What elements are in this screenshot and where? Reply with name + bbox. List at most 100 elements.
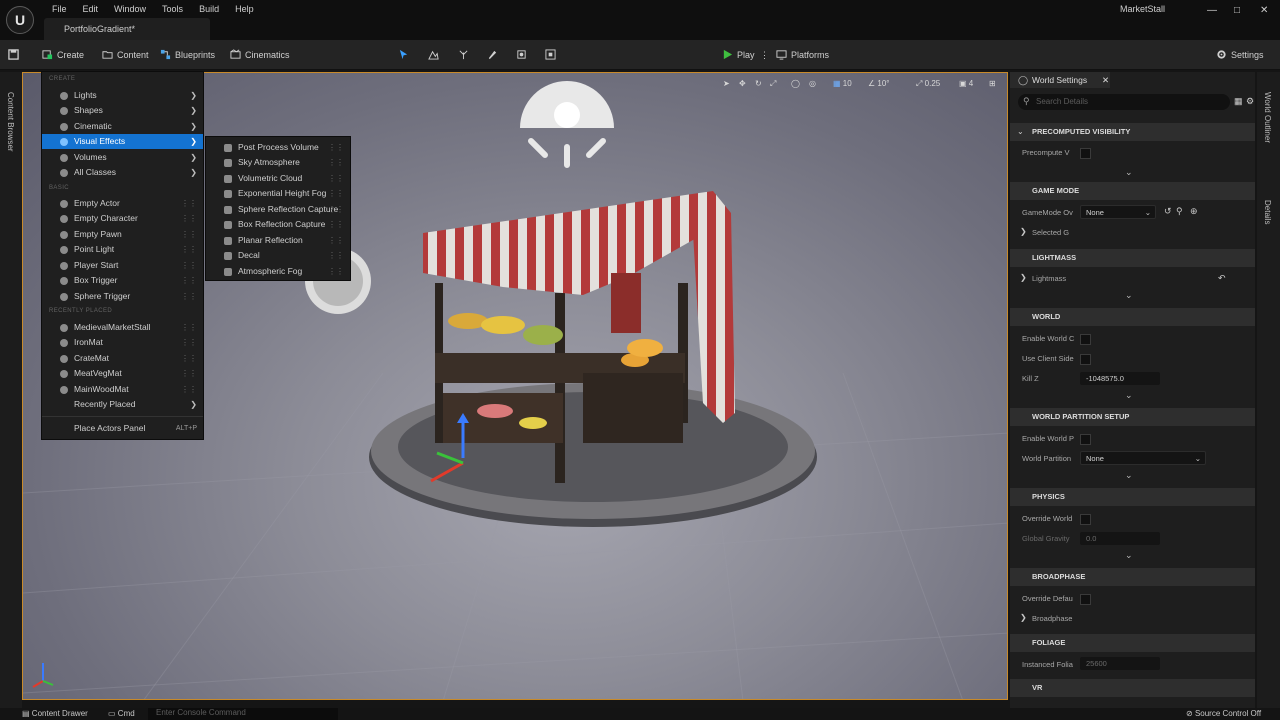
blueprints-button[interactable]: Blueprints	[160, 47, 215, 63]
chevron-down-icon[interactable]: ⌄	[1125, 390, 1133, 401]
drag-handle-icon[interactable]: ⋮⋮	[181, 196, 197, 211]
drag-handle-icon[interactable]: ⋮⋮	[328, 248, 344, 263]
menu-cinematic[interactable]: Cinematic ❯	[42, 119, 203, 134]
grid-snap-button[interactable]: ▦ 10	[833, 77, 852, 91]
details-tab[interactable]: Details	[1263, 200, 1272, 224]
settings-button[interactable]: Settings	[1216, 47, 1264, 63]
menu-crate-mat[interactable]: CrateMat ⋮⋮	[42, 351, 203, 366]
drag-handle-icon[interactable]: ⋮⋮	[181, 242, 197, 257]
section-world[interactable]: WORLD	[1010, 308, 1255, 326]
menu-main-wood-mat[interactable]: MainWoodMat ⋮⋮	[42, 382, 203, 397]
drag-handle-icon[interactable]: ⋮⋮	[328, 155, 344, 170]
submenu-box-reflection-capture[interactable]: Box Reflection Capture ⋮⋮	[206, 217, 350, 232]
enable-world-partition-checkbox[interactable]	[1080, 434, 1091, 445]
drag-handle-icon[interactable]: ⋮⋮	[181, 211, 197, 226]
translate-tool-icon[interactable]: ✥	[739, 77, 746, 91]
menu-all-classes[interactable]: All Classes ❯	[42, 165, 203, 180]
search-icon[interactable]: ⚲	[1176, 206, 1183, 217]
menu-empty-actor[interactable]: Empty Actor ⋮⋮	[42, 196, 203, 211]
surface-snap-icon[interactable]: ◎	[809, 77, 816, 91]
foliage-mode-icon[interactable]	[458, 47, 473, 63]
chevron-down-icon[interactable]: ⌄	[1017, 127, 1024, 136]
content-drawer-button[interactable]: ▤ Content Drawer	[22, 709, 88, 718]
rotation-snap-button[interactable]: ∠ 10°	[868, 77, 890, 91]
table-view-icon[interactable]: ▦	[1234, 96, 1243, 107]
submenu-post-process-volume[interactable]: Post Process Volume ⋮⋮	[206, 140, 350, 155]
gear-icon[interactable]: ⚙	[1246, 96, 1254, 107]
enable-world-composition-checkbox[interactable]	[1080, 334, 1091, 345]
override-defaults-checkbox[interactable]	[1080, 594, 1091, 605]
chevron-right-icon[interactable]: ❯	[1020, 613, 1027, 622]
section-foliage[interactable]: FOLIAGE	[1010, 634, 1255, 652]
section-vr[interactable]: VR	[1010, 679, 1255, 697]
instanced-foliage-input[interactable]: 25600	[1080, 657, 1160, 670]
menu-sphere-trigger[interactable]: Sphere Trigger ⋮⋮	[42, 289, 203, 304]
cinematics-button[interactable]: Cinematics	[230, 47, 290, 63]
section-game-mode[interactable]: GAME MODE	[1010, 182, 1255, 200]
minimize-icon[interactable]: —	[1207, 5, 1217, 16]
submenu-atmospheric-fog[interactable]: Atmospheric Fog ⋮⋮	[206, 264, 350, 279]
modeling-mode-icon[interactable]	[516, 47, 531, 63]
drag-handle-icon[interactable]: ⋮⋮	[328, 171, 344, 186]
drag-handle-icon[interactable]: ⋮⋮	[181, 258, 197, 273]
chevron-down-icon[interactable]: ⌄	[1125, 470, 1133, 481]
viewport-layout-icon[interactable]: ⊞	[989, 77, 996, 91]
world-space-icon[interactable]: ◯	[791, 77, 800, 91]
menu-box-trigger[interactable]: Box Trigger ⋮⋮	[42, 273, 203, 288]
create-button[interactable]: Create	[42, 47, 84, 63]
drag-handle-icon[interactable]: ⋮⋮	[181, 227, 197, 242]
chevron-right-icon[interactable]: ❯	[1020, 273, 1027, 282]
section-world-partition-setup[interactable]: WORLD PARTITION SETUP	[1010, 408, 1255, 426]
chevron-down-icon[interactable]: ⌄	[1125, 290, 1133, 301]
menu-empty-pawn[interactable]: Empty Pawn ⋮⋮	[42, 227, 203, 242]
menu-visual-effects[interactable]: Visual Effects ❯	[42, 134, 203, 149]
content-button[interactable]: Content	[102, 47, 149, 63]
camera-speed-button[interactable]: ▣ 4	[959, 77, 973, 91]
submenu-exponential-height-fog[interactable]: Exponential Height Fog ⋮⋮	[206, 186, 350, 201]
fracture-mode-icon[interactable]	[545, 47, 560, 63]
drag-handle-icon[interactable]: ⋮⋮	[181, 320, 197, 335]
cmd-button[interactable]: ▭ Cmd	[108, 709, 135, 718]
chevron-down-icon[interactable]: ⌄	[1125, 550, 1133, 561]
select-tool-icon[interactable]: ➤	[723, 77, 730, 91]
search-details-input[interactable]: Search Details	[1018, 94, 1230, 110]
menu-empty-character[interactable]: Empty Character ⋮⋮	[42, 211, 203, 226]
unreal-logo-icon[interactable]: U	[6, 6, 34, 34]
menu-shapes[interactable]: Shapes ❯	[42, 103, 203, 118]
section-broadphase[interactable]: BROADPHASE	[1010, 568, 1255, 586]
reset-icon[interactable]: ↶	[1218, 273, 1226, 284]
add-icon[interactable]: ⊕	[1190, 206, 1198, 217]
drag-handle-icon[interactable]: ⋮⋮	[181, 335, 197, 350]
rotate-tool-icon[interactable]: ↻	[755, 77, 762, 91]
close-tab-icon[interactable]: ✕	[1102, 72, 1109, 88]
submenu-decal[interactable]: Decal ⋮⋮	[206, 248, 350, 263]
menu-point-light[interactable]: Point Light ⋮⋮	[42, 242, 203, 257]
world-partition-dropdown[interactable]: None ⌄	[1080, 451, 1206, 465]
close-window-icon[interactable]: ✕	[1260, 5, 1268, 16]
drag-handle-icon[interactable]: ⋮⋮	[328, 217, 344, 232]
menu-player-start[interactable]: Player Start ⋮⋮	[42, 258, 203, 273]
use-client-side-checkbox[interactable]	[1080, 354, 1091, 365]
menu-recently-placed[interactable]: Recently Placed ❯	[42, 397, 203, 412]
drag-handle-icon[interactable]: ⋮⋮	[328, 202, 344, 217]
menu-lights[interactable]: Lights ❯	[42, 88, 203, 103]
chevron-right-icon[interactable]: ❯	[1020, 227, 1027, 236]
landscape-mode-icon[interactable]	[428, 47, 443, 63]
global-gravity-input[interactable]: 0.0	[1080, 532, 1160, 545]
drag-handle-icon[interactable]: ⋮⋮	[181, 351, 197, 366]
submenu-sphere-reflection-capture[interactable]: Sphere Reflection Capture ⋮⋮	[206, 202, 350, 217]
kill-z-input[interactable]: -1048575.0	[1080, 372, 1160, 385]
drag-handle-icon[interactable]: ⋮⋮	[328, 186, 344, 201]
play-options-icon[interactable]: ⋮	[760, 47, 769, 63]
menu-place-actors-panel[interactable]: Place Actors Panel ALT+P	[42, 421, 203, 436]
drag-handle-icon[interactable]: ⋮⋮	[181, 273, 197, 288]
content-browser-tab[interactable]: Content Browser	[6, 92, 15, 152]
submenu-sky-atmosphere[interactable]: Sky Atmosphere ⋮⋮	[206, 155, 350, 170]
section-lightmass[interactable]: LIGHTMASS	[1010, 249, 1255, 267]
world-outliner-tab[interactable]: World Outliner	[1263, 92, 1272, 143]
select-mode-icon[interactable]	[398, 47, 413, 63]
drag-handle-icon[interactable]: ⋮⋮	[328, 233, 344, 248]
menu-build[interactable]: Build	[191, 2, 227, 16]
menu-help[interactable]: Help	[227, 2, 262, 16]
override-world-gravity-checkbox[interactable]	[1080, 514, 1091, 525]
